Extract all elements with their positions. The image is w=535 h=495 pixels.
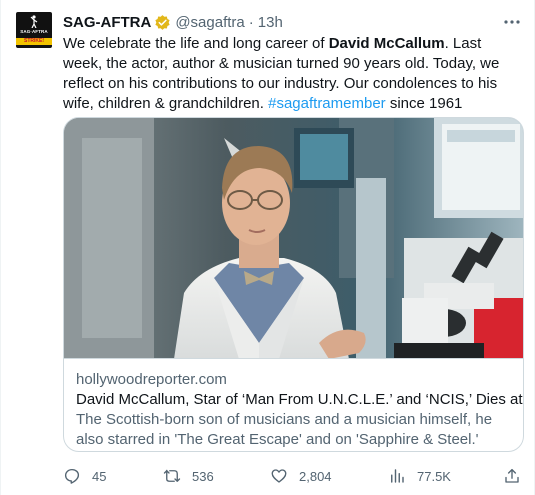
- strike-figure-icon: [30, 15, 38, 28]
- more-dots-icon: [504, 20, 520, 24]
- verified-badge-icon[interactable]: [154, 14, 171, 31]
- tweet-text-part: We celebrate the life and long career of: [63, 35, 329, 52]
- reply-count: 45: [92, 468, 107, 484]
- reply-button[interactable]: 45: [63, 466, 106, 486]
- more-options-button[interactable]: [502, 12, 522, 32]
- tweet-text-bold: David McCallum: [328, 35, 445, 52]
- card-domain: hollywoodreporter.com: [76, 371, 227, 388]
- header-separator: ·: [248, 13, 254, 31]
- user-handle[interactable]: @sagaftra: [175, 14, 244, 31]
- heart-icon: [271, 469, 287, 483]
- repost-button[interactable]: 536: [163, 466, 214, 486]
- tweet-header: SAG-AFTRA @sagaftra · 13h: [63, 12, 283, 32]
- tweet-actions: 45 536 2,804 77.5K: [63, 466, 523, 486]
- share-upload-icon: [505, 468, 519, 483]
- timestamp[interactable]: 13h: [258, 14, 283, 31]
- avatar[interactable]: SAG·AFTRA STRIKE!: [16, 12, 52, 48]
- views-button[interactable]: 77.5K: [388, 466, 451, 486]
- like-count: 2,804: [299, 468, 332, 484]
- tweet-text-part: since 1961: [385, 95, 463, 112]
- tweet-article[interactable]: SAG·AFTRA STRIKE! SAG-AFTRA @sagaftra · …: [0, 0, 535, 495]
- display-name[interactable]: SAG-AFTRA: [63, 14, 151, 31]
- link-preview-card[interactable]: hollywoodreporter.com David McCallum, St…: [63, 117, 524, 452]
- like-button[interactable]: 2,804: [270, 466, 332, 486]
- reply-bubble-icon: [64, 468, 80, 484]
- repost-arrows-icon: [163, 469, 181, 482]
- card-meta[interactable]: hollywoodreporter.com David McCallum, St…: [76, 370, 524, 450]
- views-bars-icon: [391, 469, 404, 483]
- share-button[interactable]: [503, 466, 521, 486]
- repost-count: 536: [192, 468, 214, 484]
- avatar-strike-banner: STRIKE!: [16, 38, 52, 45]
- card-description: The Scottish-born son of musicians and a…: [76, 411, 493, 448]
- card-title: David McCallum, Star of ‘Man From U.N.C.…: [76, 391, 524, 408]
- views-count: 77.5K: [417, 468, 451, 484]
- tweet-text: We celebrate the life and long career of…: [63, 34, 523, 114]
- avatar-brand-text: SAG·AFTRA: [20, 29, 48, 34]
- card-photo[interactable]: [64, 118, 523, 359]
- lab-scene-illustration: [64, 118, 523, 358]
- hashtag-link[interactable]: #sagaftramember: [268, 95, 386, 112]
